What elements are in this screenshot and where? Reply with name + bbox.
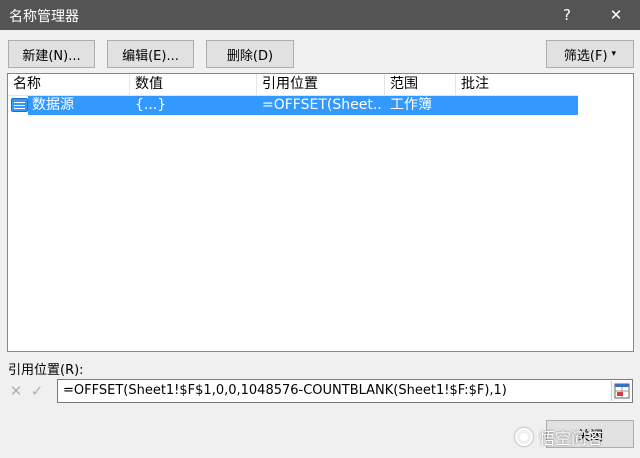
window-title: 名称管理器 [9, 9, 79, 25]
column-header-name[interactable]: 名称 [8, 74, 130, 95]
edit-button[interactable]: 编辑(E)... [107, 40, 194, 68]
column-header-value[interactable]: 数值 [130, 74, 257, 95]
wukong-logo-icon [515, 428, 533, 446]
column-header-refers-to[interactable]: 引用位置 [257, 74, 385, 95]
new-button[interactable]: 新建(N)... [8, 40, 95, 68]
new-button-label: 新建(N)... [22, 48, 81, 64]
watermark: 悟空问答 [515, 422, 639, 452]
delete-button[interactable]: 删除(D) [206, 40, 294, 68]
cancel-edit-icon[interactable]: ✕ [6, 381, 26, 401]
range-select-icon [614, 383, 630, 399]
confirm-edit-icon[interactable]: ✓ [27, 381, 47, 401]
named-range-icon [11, 98, 28, 112]
row-comment [461, 96, 577, 115]
row-scope: 工作簿 [390, 97, 432, 113]
row-name: 数据源 [32, 97, 74, 113]
edit-confirm-group: ✕ ✓ [6, 381, 50, 401]
list-item[interactable]: 数据源 {...} =OFFSET(Sheet... 工作簿 [8, 96, 578, 115]
filter-button[interactable]: 筛选(F) ▾ [546, 40, 634, 68]
column-header-comment[interactable]: 批注 [456, 74, 578, 95]
filter-button-label: 筛选(F) [563, 48, 608, 64]
title-bar: 名称管理器 ? ✕ [0, 0, 640, 30]
watermark-text: 悟空问答 [539, 429, 604, 448]
help-button[interactable]: ? [549, 0, 585, 30]
list-header: 名称 数值 引用位置 范围 批注 [8, 74, 578, 96]
row-refers-to: =OFFSET(Sheet... [262, 97, 382, 113]
column-header-scope[interactable]: 范围 [385, 74, 456, 95]
refers-to-value: =OFFSET(Sheet1!$F$1,0,0,1048576-COUNTBLA… [63, 383, 507, 398]
close-icon[interactable]: ✕ [598, 0, 634, 30]
refers-to-input[interactable]: =OFFSET(Sheet1!$F$1,0,0,1048576-COUNTBLA… [57, 379, 633, 403]
row-value: {...} [135, 97, 167, 113]
collapse-dialog-button[interactable] [611, 381, 631, 401]
delete-button-label: 删除(D) [226, 48, 274, 64]
refers-to-label: 引用位置(R): [8, 363, 84, 378]
names-list[interactable]: 名称 数值 引用位置 范围 批注 数据源 {...} =OFFSET(Sheet… [7, 73, 634, 352]
edit-button-label: 编辑(E)... [122, 48, 179, 64]
chevron-down-icon: ▾ [611, 49, 617, 59]
